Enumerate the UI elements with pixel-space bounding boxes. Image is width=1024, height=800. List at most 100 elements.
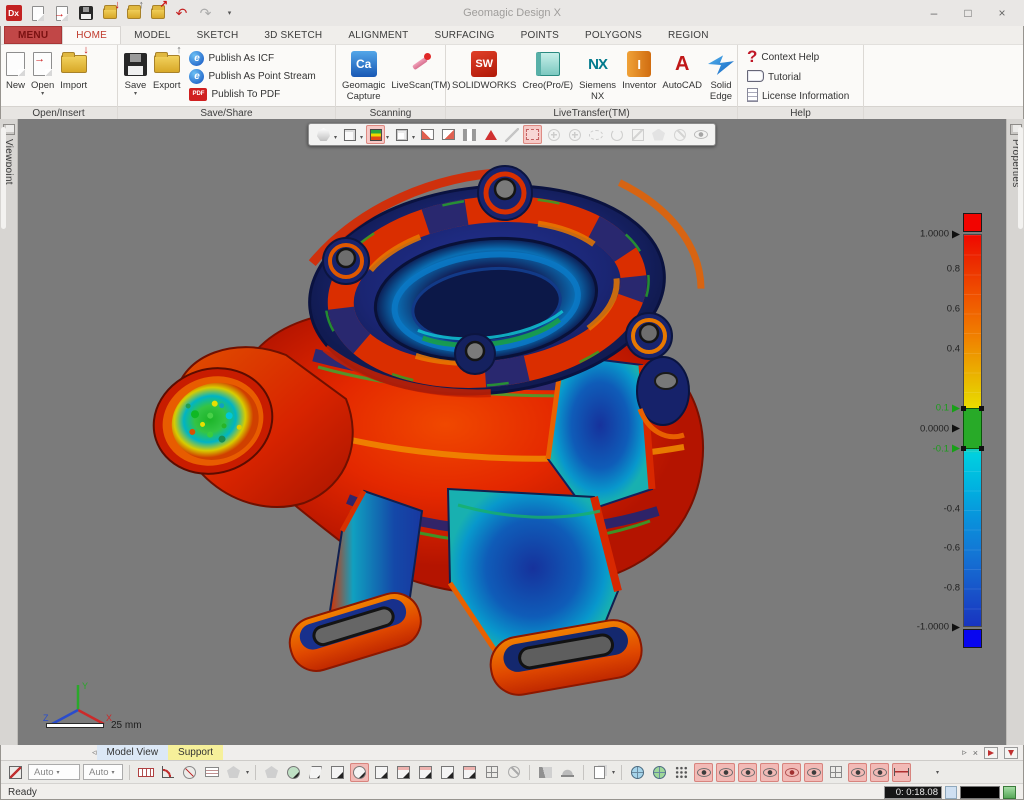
tab-close-icon[interactable]: × xyxy=(973,748,978,758)
tab-sketch[interactable]: SKETCH xyxy=(184,26,252,44)
select-rectangle[interactable] xyxy=(328,763,347,782)
crop-region[interactable] xyxy=(6,763,25,782)
show-surface[interactable] xyxy=(782,763,801,782)
ribbon-button-siemens-nx[interactable]: NXSiemens NX xyxy=(576,47,619,102)
ribbon-menu-publish-to-pdf[interactable]: PDFPublish To PDF xyxy=(189,87,315,101)
ribbon-button-export[interactable]: ↑Export xyxy=(150,47,183,92)
tab-home[interactable]: HOME xyxy=(62,26,121,44)
show-axis[interactable] xyxy=(870,763,889,782)
show-curve[interactable] xyxy=(760,763,779,782)
view-textured[interactable] xyxy=(650,763,669,782)
timer-caret-icon[interactable] xyxy=(945,786,957,799)
select-window[interactable] xyxy=(482,763,501,782)
tab-menu[interactable]: MENU xyxy=(4,26,62,44)
measure-distance[interactable] xyxy=(136,763,155,782)
tab-points[interactable]: POINTS xyxy=(508,26,572,44)
ribbon-button-solidworks[interactable]: SWSOLIDWORKS xyxy=(449,47,519,92)
ribbon-button-creo-pro-e[interactable]: Creo(Pro/E) xyxy=(519,47,576,92)
ribbon-menu-publish-as-icf[interactable]: ePublish As ICF xyxy=(189,51,315,66)
display-wire-cube[interactable] xyxy=(340,125,359,144)
viewport-3d[interactable]: ▾▾▾▾ xyxy=(18,119,1006,745)
select-sphere[interactable] xyxy=(284,763,303,782)
show-plane[interactable] xyxy=(804,763,823,782)
selection-filter-2[interactable]: Auto▾ xyxy=(83,764,123,780)
view-points[interactable] xyxy=(672,763,691,782)
show-sketch[interactable] xyxy=(738,763,757,782)
view-tab-model-view[interactable]: Model View xyxy=(97,745,169,760)
ribbon-menu-context-help[interactable]: ?Context Help xyxy=(747,47,849,67)
select-front-2[interactable] xyxy=(416,763,435,782)
deviation-model[interactable] xyxy=(118,159,758,745)
maximize-icon[interactable]: □ xyxy=(958,6,978,20)
page-button[interactable] xyxy=(29,4,46,22)
section-plane[interactable] xyxy=(418,125,437,144)
select-plane[interactable] xyxy=(306,763,325,782)
select-rectangle-mode[interactable] xyxy=(523,125,542,144)
black-marker-icon[interactable] xyxy=(952,425,960,433)
folder-open-button[interactable]: ↑ xyxy=(125,4,142,22)
snap-pick[interactable] xyxy=(504,763,523,782)
ribbon-button-autocad[interactable]: AAutoCAD xyxy=(659,47,705,92)
flip-normal[interactable] xyxy=(536,763,555,782)
properties-panel[interactable]: Properties xyxy=(1006,119,1024,745)
select-through-1[interactable] xyxy=(438,763,457,782)
page-open-button[interactable]: → xyxy=(53,4,70,22)
tolerance-handle[interactable] xyxy=(979,446,984,451)
ribbon-button-open[interactable]: →Open▾ xyxy=(28,47,57,97)
ribbon-button-geomagic-capture[interactable]: CaGeomagic Capture xyxy=(339,47,388,102)
tab-menu-icon[interactable] xyxy=(1004,747,1018,759)
green-marker-icon[interactable] xyxy=(952,404,960,412)
tab-3d-sketch[interactable]: 3D SKETCH xyxy=(251,26,335,44)
select-through-2[interactable] xyxy=(460,763,479,782)
display-colormap-cube[interactable] xyxy=(366,125,385,144)
show-polyline[interactable] xyxy=(848,763,867,782)
measure-section[interactable] xyxy=(202,763,221,782)
black-marker-icon[interactable] xyxy=(952,623,960,631)
copy-image[interactable] xyxy=(590,763,609,782)
undo-button[interactable]: ↶ xyxy=(173,4,190,22)
measure-radius[interactable] xyxy=(180,763,199,782)
exploded-view[interactable] xyxy=(481,125,500,144)
tab-scroll-right-icon[interactable]: ▹ xyxy=(962,747,967,758)
ribbon-button-solid-edge[interactable]: Solid Edge xyxy=(705,47,737,102)
show-region[interactable] xyxy=(716,763,735,782)
show-dimension[interactable] xyxy=(892,763,911,782)
fit-normal[interactable] xyxy=(558,763,577,782)
viewpoint-panel[interactable]: Viewpoint xyxy=(0,119,18,745)
ribbon-menu-publish-as-point-stream[interactable]: ePublish As Point Stream xyxy=(189,69,315,84)
select-front-1[interactable] xyxy=(394,763,413,782)
selection-filter-1[interactable]: Auto▾ xyxy=(28,764,80,780)
select-circle[interactable] xyxy=(350,763,369,782)
tolerance-handle[interactable] xyxy=(979,406,984,411)
tab-model[interactable]: MODEL xyxy=(121,26,184,44)
ribbon-button-save[interactable]: Save▾ xyxy=(121,47,150,97)
tab-region[interactable]: REGION xyxy=(655,26,722,44)
view-shaded[interactable] xyxy=(628,763,647,782)
ribbon-button-import[interactable]: ↓Import xyxy=(57,47,90,92)
redo-button[interactable]: ↷ xyxy=(197,4,214,22)
tolerance-handle[interactable] xyxy=(961,406,966,411)
display-edge-cube[interactable] xyxy=(392,125,411,144)
display-polygon[interactable] xyxy=(314,125,333,144)
minimize-icon[interactable]: – xyxy=(924,6,944,20)
measure-angle[interactable] xyxy=(158,763,177,782)
tab-alignment[interactable]: ALIGNMENT xyxy=(335,26,421,44)
ribbon-button-new[interactable]: New xyxy=(3,47,28,92)
measure-shape[interactable] xyxy=(224,763,243,782)
folder-import-button[interactable]: ↓ xyxy=(101,4,118,22)
tab-polygons[interactable]: POLYGONS xyxy=(572,26,655,44)
scale-tolerance-zone[interactable] xyxy=(963,408,982,449)
select-visible[interactable] xyxy=(372,763,391,782)
folder-scan-button[interactable]: ↗ xyxy=(149,4,166,22)
view-tab-support[interactable]: Support xyxy=(168,745,223,760)
show-window[interactable] xyxy=(826,763,845,782)
tab-next-icon[interactable] xyxy=(984,747,998,759)
ribbon-button-livescan-tm[interactable]: LiveScan(TM) xyxy=(388,47,453,92)
ribbon-menu-tutorial[interactable]: Tutorial xyxy=(747,70,849,85)
section-half[interactable] xyxy=(439,125,458,144)
ribbon-button-inventor[interactable]: IInventor xyxy=(619,47,659,92)
show-mesh[interactable] xyxy=(694,763,713,782)
green-marker-icon[interactable] xyxy=(952,445,960,453)
black-marker-icon[interactable] xyxy=(952,230,960,238)
close-icon[interactable]: × xyxy=(992,6,1012,20)
